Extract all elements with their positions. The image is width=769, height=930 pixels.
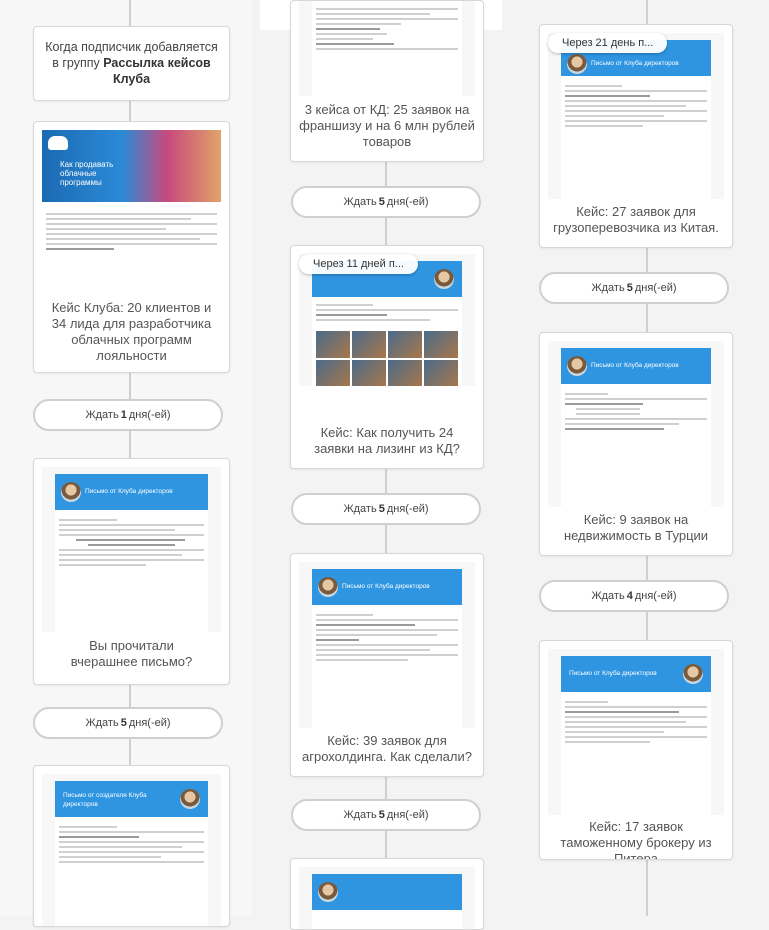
email-caption: Кейс: 9 заявок на недвижимость в Турции <box>563 512 709 543</box>
email-header-title: Письмо от Клуба директоров <box>569 670 657 677</box>
cloud-logo-icon <box>48 136 68 150</box>
email-preview: Письмо от Клуба директоров <box>299 562 475 728</box>
avatar <box>683 664 703 684</box>
email-preview: Как продавать облачные программы <box>42 130 221 296</box>
wait-step-1[interactable]: Ждать 1 дня(-ей) <box>33 399 223 431</box>
email-card-3[interactable]: Письмо от создателя Клуба директоров <box>33 765 230 927</box>
wait-step-3[interactable]: Ждать 5 дня(-ей) <box>291 186 481 218</box>
email-preview <box>299 867 475 929</box>
email-header-title: Письмо от Клуба директоров <box>342 583 430 590</box>
wait-step-6[interactable]: Ждать 5 дня(-ей) <box>539 272 729 304</box>
email-header-title: Письмо от Клуба директоров <box>85 488 173 495</box>
wait-step-4[interactable]: Ждать 5 дня(-ей) <box>291 493 481 525</box>
email-preview: Письмо от создателя Клуба директоров <box>42 774 221 926</box>
email-preview: Письмо от Клуба директоров <box>42 467 221 632</box>
email-card-8[interactable]: Письмо от Клуба директоров Через 21 день… <box>539 24 733 248</box>
email-preview: Письмо от Клуба директоров <box>548 341 724 507</box>
email-caption: Кейс: 17 заявок таможенному брокеру из П… <box>560 819 712 860</box>
email-header-title: Письмо от Клуба директоров <box>591 362 679 369</box>
email-card-7[interactable] <box>290 858 484 930</box>
email-card-4[interactable]: 3 кейса от КД: 25 заявок на франшизу и н… <box>290 0 484 162</box>
email-caption: Вы прочитали вчерашнее письмо? <box>70 638 193 669</box>
email-card-1[interactable]: Как продавать облачные программы Кейс Кл… <box>33 121 230 373</box>
trigger-text: Когда подписчик добавляется в группу Рас… <box>45 40 218 86</box>
email-caption: Кейс Клуба: 20 клиентов и 34 лида для ра… <box>51 300 212 363</box>
email-preview: Письмо от Клуба директоров <box>548 33 724 199</box>
email-preview <box>299 1 475 96</box>
email-header-title: Письмо от Клуба директоров <box>591 60 679 67</box>
avatar <box>180 789 200 809</box>
email-caption: Кейс: 39 заявок для агрохолдинга. Как сд… <box>302 733 472 764</box>
email-card-9[interactable]: Письмо от Клуба директоров Кейс: 9 заяво… <box>539 332 733 556</box>
wait-step-2[interactable]: Ждать 5 дня(-ей) <box>33 707 223 739</box>
image-grid <box>316 331 458 386</box>
avatar <box>318 577 338 597</box>
email-caption: Кейс: Как получить 24 заявки на лизинг и… <box>314 425 460 456</box>
promo-banner: Как продавать облачные программы <box>42 130 221 202</box>
email-card-5[interactable]: Через 11 дней п... Кейс: Как получить 24… <box>290 245 484 469</box>
email-preview: Письмо от Клуба директоров <box>548 649 724 815</box>
avatar <box>61 482 81 502</box>
email-caption: Кейс: 27 заявок для грузоперевозчика из … <box>553 204 719 235</box>
avatar <box>567 356 587 376</box>
email-header-title: Письмо от создателя Клуба директоров <box>63 792 147 808</box>
promo-title: Как продавать облачные программы <box>60 160 114 187</box>
wait-step-7[interactable]: Ждать 4 дня(-ей) <box>539 580 729 612</box>
trigger-card[interactable]: Когда подписчик добавляется в группу Рас… <box>33 26 230 101</box>
wait-step-5[interactable]: Ждать 5 дня(-ей) <box>291 799 481 831</box>
email-card-10[interactable]: Письмо от Клуба директоров Кейс: 17 заяв… <box>539 640 733 860</box>
delay-badge: Через 21 день п... <box>548 33 668 53</box>
avatar <box>434 269 454 289</box>
avatar <box>567 54 587 74</box>
delay-badge: Через 11 дней п... <box>299 254 418 274</box>
email-caption: 3 кейса от КД: 25 заявок на франшизу и н… <box>299 102 475 149</box>
avatar <box>318 882 338 902</box>
email-card-2[interactable]: Письмо от Клуба директоров Вы прочитали … <box>33 458 230 685</box>
email-card-6[interactable]: Письмо от Клуба директоров Кейс: 39 заяв… <box>290 553 484 777</box>
